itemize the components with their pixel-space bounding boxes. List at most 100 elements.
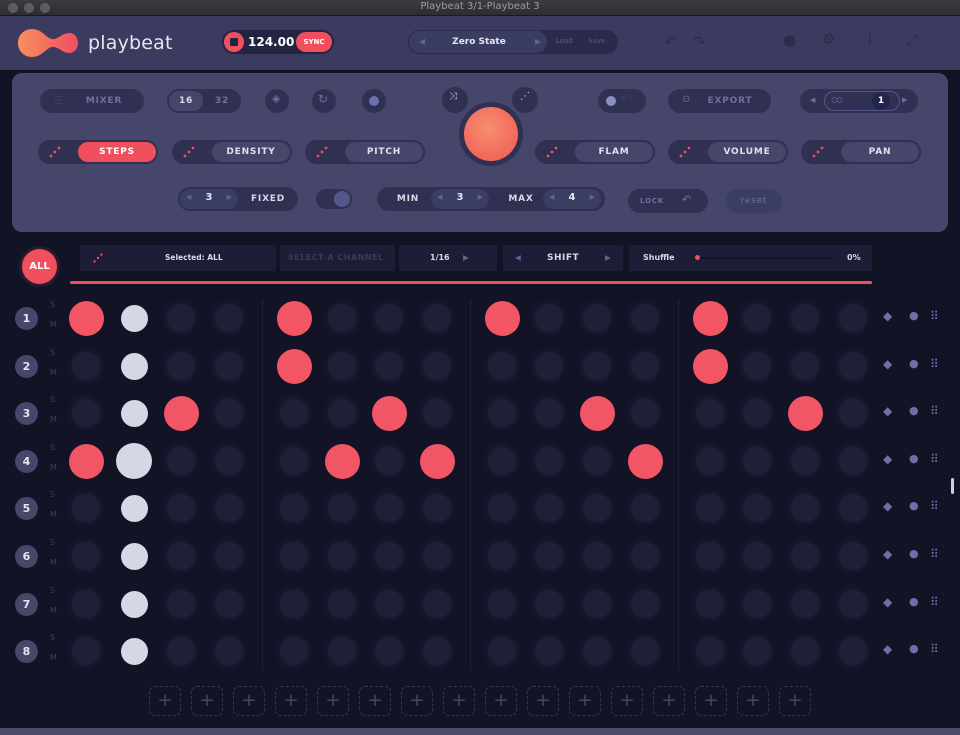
step-inactive[interactable] <box>631 352 659 380</box>
lock-icon[interactable]: ● <box>909 499 919 512</box>
step-inactive[interactable] <box>280 399 308 427</box>
lock-button[interactable]: LOCK ↶ <box>628 189 708 213</box>
step-inactive[interactable] <box>375 304 403 332</box>
min-stepper[interactable]: ◀ 3 ▶ <box>431 189 489 209</box>
channel-number-3[interactable]: 3 <box>15 402 38 425</box>
step-inactive[interactable] <box>215 447 243 475</box>
step-inactive[interactable] <box>631 637 659 665</box>
step-inactive[interactable] <box>743 542 771 570</box>
step-inactive[interactable] <box>375 352 403 380</box>
step-inactive[interactable] <box>488 352 516 380</box>
step-active[interactable] <box>116 443 152 479</box>
range-toggle[interactable] <box>316 189 352 209</box>
step-inactive[interactable] <box>215 399 243 427</box>
mixer-button[interactable]: ☰ MIXER <box>40 89 144 113</box>
mute-button[interactable]: M <box>50 320 57 329</box>
step-inactive[interactable] <box>791 447 819 475</box>
rate-next-icon[interactable]: ▶ <box>463 245 469 271</box>
solo-button[interactable]: S <box>50 443 55 452</box>
step-inactive[interactable] <box>743 399 771 427</box>
step-active[interactable] <box>120 637 148 665</box>
channel-number-5[interactable]: 5 <box>15 497 38 520</box>
step-inactive[interactable] <box>167 590 195 618</box>
step-inactive[interactable] <box>375 447 403 475</box>
step-active[interactable] <box>484 300 520 336</box>
increment-icon[interactable]: ▶ <box>590 193 595 201</box>
pencil-icon[interactable]: ◆ <box>883 547 892 561</box>
step-inactive[interactable] <box>280 590 308 618</box>
steps-32-option[interactable]: 32 <box>205 89 239 113</box>
lock-icon[interactable]: ● <box>909 404 919 417</box>
drag-handle-icon[interactable]: ⠿ <box>930 642 939 656</box>
drag-handle-icon[interactable]: ⠿ <box>930 499 939 513</box>
step-active[interactable] <box>120 399 148 427</box>
lock-icon[interactable]: ● <box>909 452 919 465</box>
solo-button[interactable]: S <box>50 395 55 404</box>
step-active[interactable] <box>120 304 148 332</box>
add-slot-button[interactable]: + <box>275 686 307 716</box>
clear-button[interactable]: ◈ <box>265 89 289 113</box>
shuffle-slider-knob[interactable] <box>695 255 700 260</box>
mute-button[interactable]: M <box>50 653 57 662</box>
step-inactive[interactable] <box>791 542 819 570</box>
step-inactive[interactable] <box>328 352 356 380</box>
step-active[interactable] <box>120 590 148 618</box>
preset-name[interactable]: Zero State <box>409 37 549 47</box>
step-inactive[interactable] <box>215 637 243 665</box>
shuffle-mode-button[interactable]: ⤨ <box>442 87 468 113</box>
step-inactive[interactable] <box>328 542 356 570</box>
step-active[interactable] <box>120 542 148 570</box>
add-slot-button[interactable]: + <box>317 686 349 716</box>
step-inactive[interactable] <box>423 304 451 332</box>
step-inactive[interactable] <box>839 304 867 332</box>
step-inactive[interactable] <box>696 590 724 618</box>
step-inactive[interactable] <box>423 590 451 618</box>
add-slot-button[interactable]: + <box>779 686 811 716</box>
solo-button[interactable]: S <box>50 300 55 309</box>
add-slot-button[interactable]: + <box>527 686 559 716</box>
step-active[interactable] <box>120 494 148 522</box>
step-inactive[interactable] <box>328 304 356 332</box>
step-inactive[interactable] <box>839 590 867 618</box>
steps-16-option[interactable]: 16 <box>169 89 203 113</box>
step-inactive[interactable] <box>743 352 771 380</box>
fixed-stepper[interactable]: ◀ 3 ▶ <box>180 189 238 209</box>
step-inactive[interactable] <box>375 494 403 522</box>
step-inactive[interactable] <box>72 590 100 618</box>
increment-icon[interactable]: ▶ <box>227 193 232 201</box>
step-inactive[interactable] <box>696 494 724 522</box>
channel-number-6[interactable]: 6 <box>15 545 38 568</box>
step-inactive[interactable] <box>375 542 403 570</box>
step-inactive[interactable] <box>375 637 403 665</box>
solo-button[interactable]: S <box>50 538 55 547</box>
step-inactive[interactable] <box>488 447 516 475</box>
drag-handle-icon[interactable]: ⠿ <box>930 309 939 323</box>
export-button[interactable]: ⊙ EXPORT <box>668 89 771 113</box>
step-inactive[interactable] <box>215 304 243 332</box>
step-inactive[interactable] <box>535 637 563 665</box>
record-icon[interactable]: ● <box>783 31 796 49</box>
lock-icon[interactable]: ● <box>909 642 919 655</box>
drag-handle-icon[interactable]: ⠿ <box>930 357 939 371</box>
step-active[interactable] <box>68 300 104 336</box>
add-slot-button[interactable]: + <box>191 686 223 716</box>
mode-pitch[interactable]: PITCH <box>305 140 425 164</box>
step-inactive[interactable] <box>167 542 195 570</box>
step-inactive[interactable] <box>535 590 563 618</box>
step-inactive[interactable] <box>535 447 563 475</box>
step-inactive[interactable] <box>423 399 451 427</box>
step-active[interactable] <box>276 300 312 336</box>
step-inactive[interactable] <box>423 352 451 380</box>
step-active[interactable] <box>579 395 615 431</box>
channel-select[interactable]: SELECT A CHANNEL <box>280 245 395 271</box>
step-inactive[interactable] <box>583 447 611 475</box>
mute-button[interactable]: M <box>50 606 57 615</box>
step-inactive[interactable] <box>280 494 308 522</box>
step-inactive[interactable] <box>839 494 867 522</box>
mute-button[interactable]: M <box>50 463 57 472</box>
select-all-button[interactable]: ALL <box>22 249 57 284</box>
step-active[interactable] <box>68 443 104 479</box>
step-inactive[interactable] <box>839 352 867 380</box>
step-inactive[interactable] <box>488 399 516 427</box>
mute-button[interactable]: M <box>50 558 57 567</box>
